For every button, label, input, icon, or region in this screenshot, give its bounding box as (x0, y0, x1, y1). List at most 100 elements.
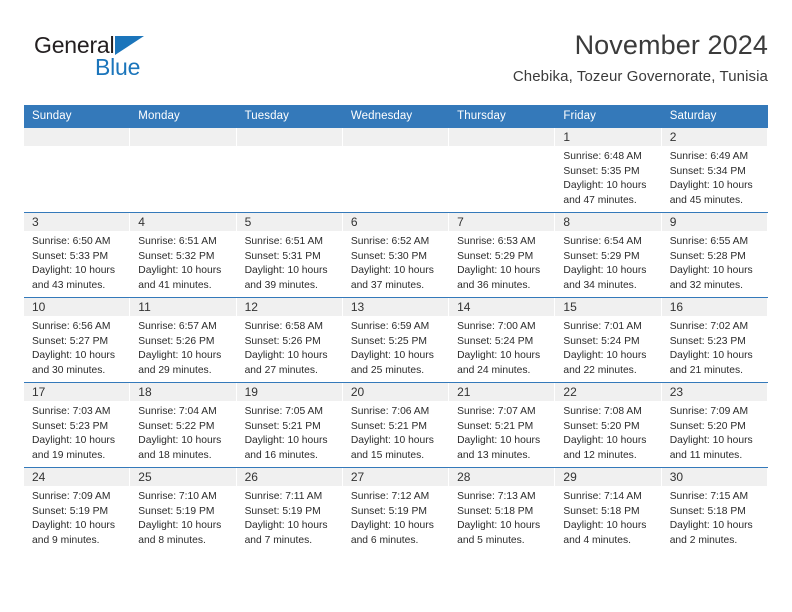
calendar-day-cell[interactable]: 19 Sunrise: 7:05 AM Sunset: 5:21 PM Dayligh… (236, 382, 343, 468)
brand-logo[interactable]: General Blue (34, 32, 254, 90)
calendar-day-cell[interactable]: 29 Sunrise: 7:14 AM Sunset: 5:18 PM Dayligh… (555, 467, 662, 552)
calendar-day-cell[interactable]: 14 Sunrise: 7:00 AM Sunset: 5:24 PM Dayligh… (449, 297, 556, 383)
day-details: Sunrise: 6:51 AM Sunset: 5:32 PM Daylight:… (130, 231, 236, 293)
calendar-day-cell[interactable]: 28 Sunrise: 7:13 AM Sunset: 5:18 PM Dayligh… (449, 467, 556, 552)
calendar-day-cell[interactable]: 4 Sunrise: 6:51 AM Sunset: 5:32 PM Daylight… (130, 212, 237, 298)
day-details: Sunrise: 7:09 AM Sunset: 5:20 PM Daylight:… (662, 401, 768, 463)
daylight-text-line1: Daylight: 10 hours (563, 350, 647, 362)
calendar-week-row: 3 Sunrise: 6:50 AM Sunset: 5:33 PM Daylight… (24, 212, 768, 298)
calendar-day-cell[interactable]: 23 Sunrise: 7:09 AM Sunset: 5:20 PM Dayligh… (661, 382, 768, 468)
sunset-text: Sunset: 5:19 PM (244, 505, 321, 517)
day-number: 27 (350, 470, 365, 484)
calendar-day-cell[interactable]: 21 Sunrise: 7:07 AM Sunset: 5:21 PM Dayligh… (449, 382, 556, 468)
weekday-header-wednesday: Wednesday (342, 105, 450, 128)
daylight-text-line1: Daylight: 10 hours (669, 265, 753, 277)
calendar-day-cell-empty (449, 127, 556, 213)
day-details: Sunrise: 7:13 AM Sunset: 5:18 PM Daylight:… (449, 486, 555, 548)
daylight-text-line2: and 6 minutes. (350, 534, 419, 546)
sunset-text: Sunset: 5:24 PM (563, 335, 640, 347)
day-number: 25 (138, 470, 152, 484)
calendar-day-cell[interactable]: 22 Sunrise: 7:08 AM Sunset: 5:20 PM Dayligh… (555, 382, 662, 468)
calendar-day-cell[interactable]: 27 Sunrise: 7:12 AM Sunset: 5:19 PM Dayligh… (342, 467, 450, 552)
daylight-text-line2: and 34 minutes. (563, 279, 637, 291)
calendar-day-cell[interactable]: 10 Sunrise: 6:56 AM Sunset: 5:27 PM Dayligh… (24, 297, 131, 383)
day-number: 4 (138, 215, 145, 229)
day-number-band: 14 (449, 298, 556, 316)
daylight-text-line1: Daylight: 10 hours (32, 435, 115, 447)
day-details: Sunrise: 7:15 AM Sunset: 5:18 PM Daylight:… (662, 486, 768, 548)
calendar-day-cell[interactable]: 18 Sunrise: 7:04 AM Sunset: 5:22 PM Dayligh… (130, 382, 237, 468)
page-subtitle: Chebika, Tozeur Governorate, Tunisia (512, 68, 768, 85)
sunrise-text: Sunrise: 7:03 AM (32, 406, 111, 417)
day-details: Sunrise: 6:56 AM Sunset: 5:27 PM Daylight:… (24, 316, 130, 378)
calendar-day-cell-empty (342, 127, 450, 213)
sunrise-text: Sunrise: 7:10 AM (138, 491, 217, 502)
day-number-band: 27 (342, 468, 450, 486)
day-details: Sunrise: 6:53 AM Sunset: 5:29 PM Daylight:… (449, 231, 555, 293)
calendar-grid: Sunday Monday Tuesday Wednesday Thursday… (24, 105, 768, 552)
calendar-day-cell[interactable]: 3 Sunrise: 6:50 AM Sunset: 5:33 PM Daylight… (24, 212, 131, 298)
sunset-text: Sunset: 5:30 PM (350, 250, 427, 262)
day-number-band: 1 (555, 128, 662, 146)
calendar-day-cell[interactable]: 17 Sunrise: 7:03 AM Sunset: 5:23 PM Dayligh… (24, 382, 131, 468)
calendar-week-row: 17 Sunrise: 7:03 AM Sunset: 5:23 PM Dayligh… (24, 382, 768, 468)
day-number-band: 12 (236, 298, 343, 316)
daylight-text-line2: and 7 minutes. (244, 534, 313, 546)
calendar-week-row: 1 Sunrise: 6:48 AM Sunset: 5:35 PM Daylight… (24, 127, 768, 213)
day-number: 28 (457, 470, 471, 484)
day-details: Sunrise: 6:49 AM Sunset: 5:34 PM Daylight:… (662, 146, 768, 208)
calendar-day-cell[interactable]: 16 Sunrise: 7:02 AM Sunset: 5:23 PM Dayligh… (661, 297, 768, 383)
day-number (449, 128, 554, 130)
sunrise-text: Sunrise: 7:09 AM (32, 491, 111, 502)
calendar-day-cell[interactable]: 12 Sunrise: 6:58 AM Sunset: 5:26 PM Dayligh… (236, 297, 343, 383)
daylight-text-line2: and 43 minutes. (32, 279, 106, 291)
day-details: Sunrise: 6:50 AM Sunset: 5:33 PM Daylight:… (24, 231, 130, 293)
day-number-band: 6 (342, 213, 450, 231)
weekday-header-monday: Monday (130, 105, 237, 128)
day-number: 18 (138, 385, 152, 399)
daylight-text-line2: and 27 minutes. (244, 364, 318, 376)
calendar-day-cell[interactable]: 11 Sunrise: 6:57 AM Sunset: 5:26 PM Dayligh… (130, 297, 237, 383)
sunset-text: Sunset: 5:24 PM (457, 335, 534, 347)
calendar-day-cell[interactable]: 15 Sunrise: 7:01 AM Sunset: 5:24 PM Dayligh… (555, 297, 662, 383)
daylight-text-line1: Daylight: 10 hours (669, 350, 753, 362)
day-number-band: 28 (449, 468, 556, 486)
calendar-day-cell[interactable]: 25 Sunrise: 7:10 AM Sunset: 5:19 PM Dayligh… (130, 467, 237, 552)
daylight-text-line1: Daylight: 10 hours (32, 265, 115, 277)
calendar-day-cell[interactable]: 8 Sunrise: 6:54 AM Sunset: 5:29 PM Daylight… (555, 212, 662, 298)
sunrise-text: Sunrise: 7:12 AM (350, 491, 430, 502)
calendar-day-cell[interactable]: 20 Sunrise: 7:06 AM Sunset: 5:21 PM Dayligh… (342, 382, 450, 468)
day-number: 23 (669, 385, 684, 399)
calendar-day-cell[interactable]: 6 Sunrise: 6:52 AM Sunset: 5:30 PM Daylight… (342, 212, 450, 298)
day-number-band: 10 (24, 298, 131, 316)
calendar-week-row: 10 Sunrise: 6:56 AM Sunset: 5:27 PM Dayligh… (24, 297, 768, 383)
daylight-text-line2: and 18 minutes. (138, 449, 212, 461)
sunset-text: Sunset: 5:18 PM (669, 505, 746, 517)
sunset-text: Sunset: 5:22 PM (138, 420, 215, 432)
blue-triangle-icon (115, 36, 144, 55)
title-block: November 2024 Chebika, Tozeur Governorat… (513, 28, 768, 88)
calendar-day-cell[interactable]: 30 Sunrise: 7:15 AM Sunset: 5:18 PM Dayligh… (661, 467, 768, 552)
day-details: Sunrise: 7:06 AM Sunset: 5:21 PM Daylight:… (343, 401, 449, 463)
daylight-text-line2: and 37 minutes. (350, 279, 425, 291)
day-details: Sunrise: 7:00 AM Sunset: 5:24 PM Daylight:… (449, 316, 555, 378)
calendar-day-cell[interactable]: 7 Sunrise: 6:53 AM Sunset: 5:29 PM Daylight… (449, 212, 556, 298)
day-number-band: 13 (342, 298, 450, 316)
calendar-day-cell[interactable]: 5 Sunrise: 6:51 AM Sunset: 5:31 PM Daylight… (236, 212, 343, 298)
calendar-day-cell[interactable]: 26 Sunrise: 7:11 AM Sunset: 5:19 PM Dayligh… (236, 467, 343, 552)
calendar-day-cell[interactable]: 24 Sunrise: 7:09 AM Sunset: 5:19 PM Dayligh… (24, 467, 131, 552)
calendar-day-cell[interactable]: 1 Sunrise: 6:48 AM Sunset: 5:35 PM Daylight… (555, 127, 662, 213)
day-details: Sunrise: 7:11 AM Sunset: 5:19 PM Daylight:… (237, 486, 343, 548)
day-number-band: 20 (342, 383, 450, 401)
day-number-band (236, 128, 343, 146)
calendar-day-cell[interactable]: 13 Sunrise: 6:59 AM Sunset: 5:25 PM Dayligh… (342, 297, 450, 383)
calendar-day-cell[interactable]: 2 Sunrise: 6:49 AM Sunset: 5:34 PM Daylight… (661, 127, 768, 213)
day-number: 19 (244, 385, 258, 399)
calendar-day-cell[interactable]: 9 Sunrise: 6:55 AM Sunset: 5:28 PM Daylight… (661, 212, 768, 298)
day-number-band: 8 (555, 213, 662, 231)
daylight-text-line2: and 19 minutes. (32, 449, 106, 461)
day-number-band: 23 (661, 383, 768, 401)
weekday-header-saturday: Saturday (661, 105, 768, 128)
day-details: Sunrise: 7:14 AM Sunset: 5:18 PM Daylight:… (555, 486, 661, 548)
daylight-text-line2: and 21 minutes. (669, 364, 743, 376)
